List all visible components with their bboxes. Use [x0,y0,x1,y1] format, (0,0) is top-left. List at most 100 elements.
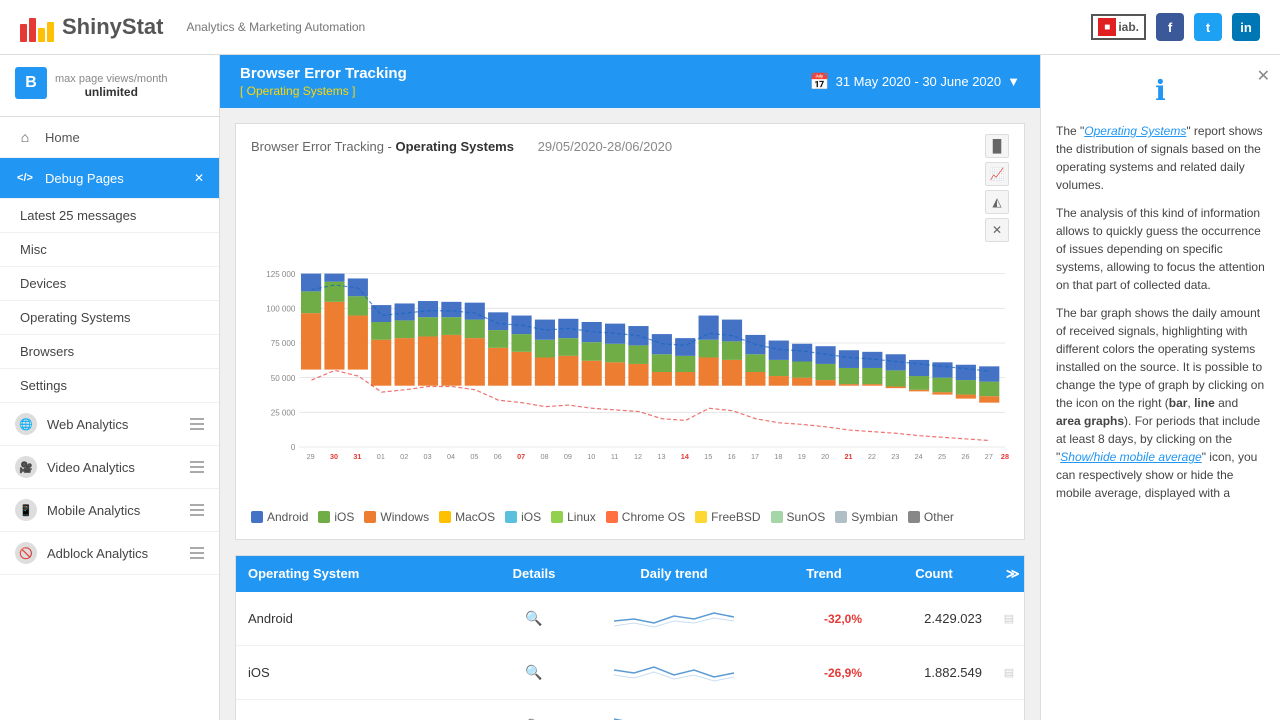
topbar: Browser Error Tracking [ Operating Syste… [220,55,1040,108]
chart-legend: Android iOS Windows MacOS iOS [251,510,1009,524]
details-ios[interactable]: 🔍 [494,646,574,699]
sidebar-item-home[interactable]: ⌂ Home [0,117,219,158]
iab-icon: ■ [1098,18,1116,36]
twitter-btn[interactable]: t [1194,13,1222,41]
iab-logo: ■ iab. [1091,14,1146,40]
search-icon-android[interactable]: 🔍 [525,610,542,627]
count-windows: 1.026.680 [874,700,994,720]
logo-text: ShinyStat [62,14,163,40]
chart-toolbar: ▐▌ 📈 ◭ ✕ [985,134,1009,242]
count-android: 2.429.023 [874,592,994,645]
legend-label-ios: iOS [334,510,354,524]
svg-text:06: 06 [494,452,502,461]
svg-text:05: 05 [470,452,478,461]
row-action-android[interactable]: ▤ [994,592,1024,645]
legend-label-linux: Linux [567,510,596,524]
svg-text:14: 14 [681,452,689,461]
debug-label: Debug Pages [45,171,124,186]
header: ShinyStat Analytics & Marketing Automati… [0,0,1280,55]
sidebar-sub-latest[interactable]: Latest 25 messages [0,199,219,233]
info-os-link[interactable]: Operating Systems [1084,124,1186,138]
legend-dot-android [251,511,263,523]
info-mobile-avg-link[interactable]: Show/hide mobile average [1060,450,1201,464]
topbar-link[interactable]: Operating Systems [247,84,349,98]
legend-dot-ios2 [505,511,517,523]
svg-text:100 000: 100 000 [266,305,296,314]
legend-ios2: iOS [505,510,541,524]
sidebar-sub-os[interactable]: Operating Systems [0,301,219,335]
sidebar-item-debug[interactable]: </> Debug Pages ✕ [0,158,219,199]
mini-chart-android [614,601,734,636]
sidebar-section-video[interactable]: 🎥 Video Analytics [0,446,219,489]
facebook-btn[interactable]: f [1156,13,1184,41]
svg-text:30: 30 [330,452,338,461]
adblock-label: Adblock Analytics [47,546,148,561]
adblock-icon: 🚫 [15,542,37,564]
mini-trend-windows [574,700,774,720]
search-icon-ios[interactable]: 🔍 [525,664,542,681]
svg-text:0: 0 [291,443,296,452]
svg-text:75 000: 75 000 [271,339,296,348]
row-action-windows[interactable]: ▤ [994,700,1024,720]
info-para3: The bar graph shows the daily amount of … [1056,304,1265,502]
profile-icon: B [15,67,47,99]
svg-text:22: 22 [868,452,876,461]
svg-text:19: 19 [798,452,806,461]
debug-close[interactable]: ✕ [194,171,204,185]
svg-text:25: 25 [938,452,946,461]
legend-symbian: Symbian [835,510,898,524]
os-name-windows: Windows [236,700,494,720]
sidebar-sub-devices[interactable]: Devices [0,267,219,301]
sidebar-section-adblock[interactable]: 🚫 Adblock Analytics [0,532,219,575]
col-details: Details [494,556,574,592]
info-close-btn[interactable]: ✕ [1257,65,1270,89]
table-header: Operating System Details Daily trend Tre… [236,556,1024,592]
calendar-icon: 📅 [810,72,830,92]
logo-subtitle: Analytics & Marketing Automation [186,20,365,34]
legend-label-macos: MacOS [455,510,495,524]
linkedin-btn[interactable]: in [1232,13,1260,41]
row-action-ios[interactable]: ▤ [994,646,1024,699]
debug-icon: </> [15,168,35,188]
legend-label-other: Other [924,510,954,524]
legend-other: Other [908,510,954,524]
line-chart-btn[interactable]: 📈 [985,162,1009,186]
legend-label-android: Android [267,510,308,524]
mini-trend-ios [574,646,774,699]
layout: B max page views/month unlimited ⌂ Home … [0,55,1280,720]
details-android[interactable]: 🔍 [494,592,574,645]
svg-text:21: 21 [844,452,852,461]
dropdown-arrow: ▼ [1007,74,1020,89]
svg-text:23: 23 [891,452,899,461]
legend-label-sunos: SunOS [787,510,826,524]
topbar-bracket-open: [ [240,84,247,98]
chart-title-prefix: Browser Error Tracking - [251,139,395,154]
video-menu [190,461,204,473]
profile-max-label: max page views/month [55,73,168,85]
details-windows[interactable]: 🔍 [494,700,574,720]
sidebar-sub-settings[interactable]: Settings [0,369,219,403]
svg-text:11: 11 [611,452,619,461]
legend-android: Android [251,510,308,524]
adblock-menu [190,547,204,559]
sidebar-section-web[interactable]: 🌐 Web Analytics [0,403,219,446]
topbar-date[interactable]: 📅 31 May 2020 - 30 June 2020 ▼ [810,72,1020,92]
sidebar-section-mobile[interactable]: 📱 Mobile Analytics [0,489,219,532]
logo-bar-red [20,24,27,42]
legend-dot-other [908,511,920,523]
sidebar-sub-misc[interactable]: Misc [0,233,219,267]
svg-text:24: 24 [915,452,923,461]
logo: ShinyStat Analytics & Marketing Automati… [20,12,365,42]
col-os: Operating System [236,556,494,592]
svg-text:15: 15 [704,452,712,461]
svg-text:03: 03 [424,452,432,461]
bar-chart-btn[interactable]: ▐▌ [985,134,1009,158]
legend-chromeos: Chrome OS [606,510,685,524]
svg-text:09: 09 [564,452,572,461]
legend-label-ios2: iOS [521,510,541,524]
close-chart-btn[interactable]: ✕ [985,218,1009,242]
sidebar-sub-browsers[interactable]: Browsers [0,335,219,369]
area-chart-btn[interactable]: ◭ [985,190,1009,214]
svg-text:10: 10 [587,452,595,461]
row-icon-android: ▤ [1004,612,1014,625]
